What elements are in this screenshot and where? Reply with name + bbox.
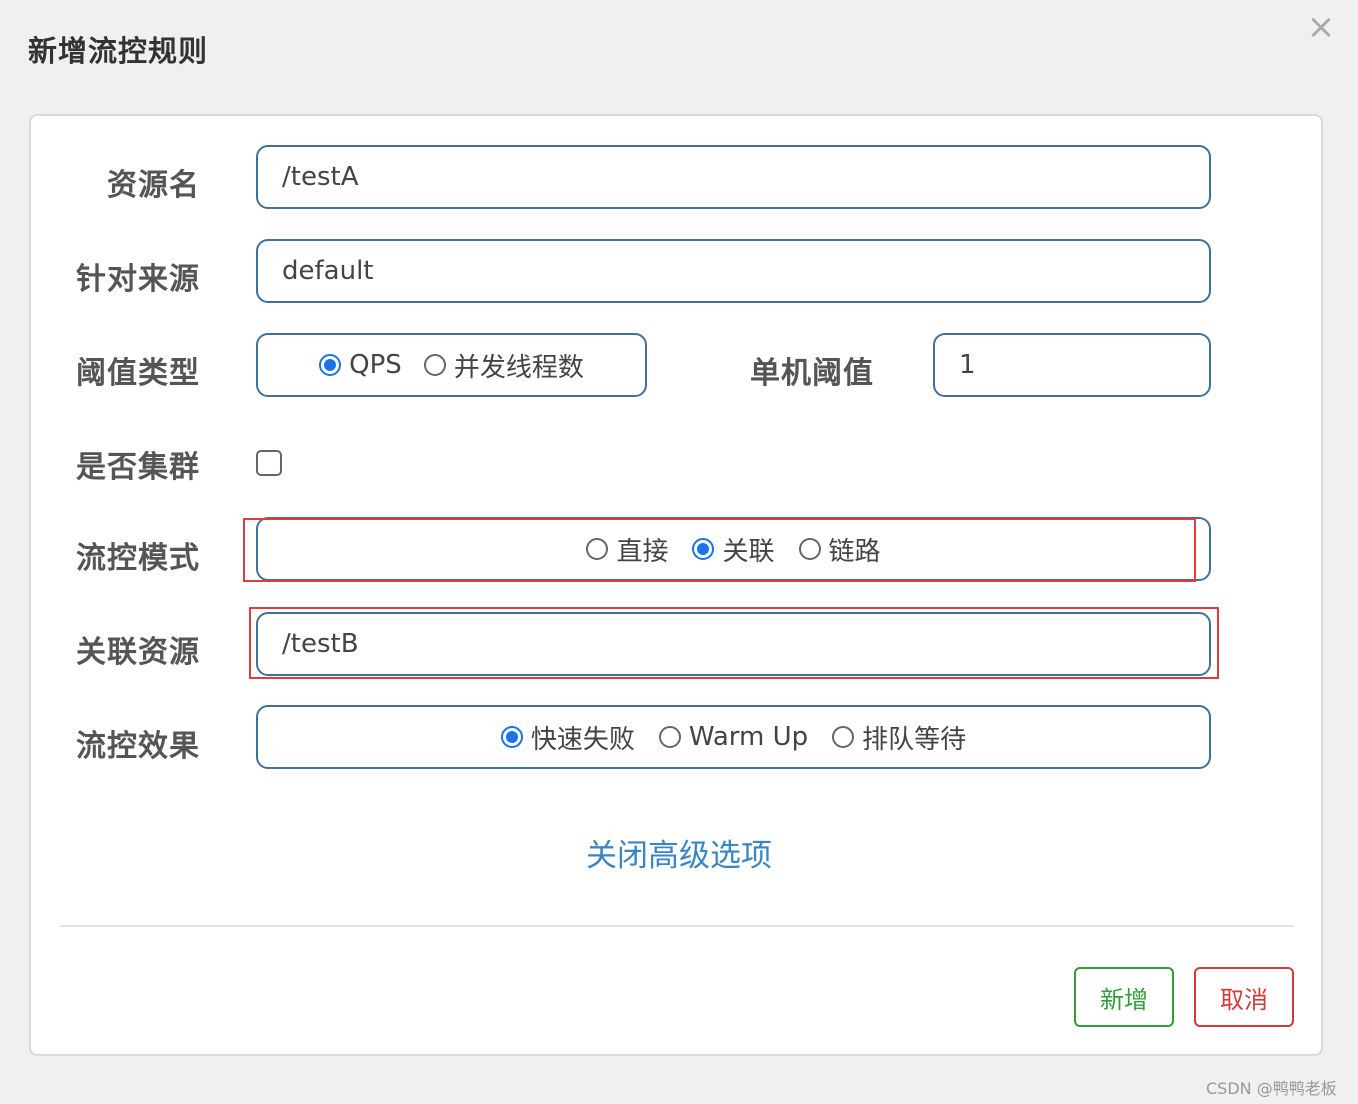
- radio-label: QPS: [349, 350, 402, 380]
- dialog-title: 新增流控规则: [28, 34, 209, 68]
- advanced-options-link[interactable]: 关闭高级选项: [0, 830, 1358, 875]
- radio-unchecked-icon[interactable]: [658, 726, 681, 748]
- radio-unchecked-icon[interactable]: [423, 354, 446, 376]
- resource-name-input[interactable]: /testA: [256, 145, 1211, 209]
- radio-checked-icon[interactable]: [500, 726, 523, 748]
- radio-checked-icon[interactable]: [319, 354, 342, 376]
- resource-name-label: 资源名: [107, 168, 200, 203]
- limit-app-input[interactable]: default: [256, 239, 1211, 303]
- control-behavior-label: 流控效果: [76, 729, 200, 764]
- add-button[interactable]: 新增: [1074, 967, 1174, 1027]
- cluster-mode-label: 是否集群: [76, 450, 200, 485]
- cluster-mode-checkbox[interactable]: [256, 450, 282, 476]
- close-icon[interactable]: ×: [1304, 10, 1338, 44]
- watermark: CSDN @鸭鸭老板: [1206, 1079, 1337, 1098]
- single-threshold-input[interactable]: 1: [933, 333, 1211, 397]
- footer-divider: [60, 925, 1294, 927]
- threshold-type-label: 阈值类型: [76, 356, 200, 391]
- radio-label: 快速失败: [530, 724, 635, 755]
- radio-label: Warm Up: [688, 722, 809, 752]
- strategy-highlight-box: [243, 518, 1196, 582]
- threshold-type-qps-radio[interactable]: QPS: [319, 350, 402, 380]
- limit-app-label: 针对来源: [76, 262, 200, 297]
- control-behavior-group: 快速失败 Warm Up 排队等待: [256, 705, 1211, 769]
- behavior-warm-up-radio[interactable]: Warm Up: [658, 722, 809, 752]
- strategy-label: 流控模式: [76, 541, 200, 576]
- behavior-queue-radio[interactable]: 排队等待: [832, 719, 966, 756]
- radio-label: 排队等待: [862, 724, 967, 755]
- cancel-button[interactable]: 取消: [1194, 967, 1294, 1027]
- threshold-type-group: QPS 并发线程数: [256, 333, 647, 397]
- threshold-type-thread-radio[interactable]: 并发线程数: [423, 347, 584, 384]
- radio-label: 并发线程数: [453, 352, 584, 383]
- ref-resource-label: 关联资源: [76, 635, 200, 670]
- behavior-fail-fast-radio[interactable]: 快速失败: [500, 719, 635, 756]
- single-threshold-label: 单机阈值: [750, 356, 874, 391]
- ref-resource-highlight-box: [249, 607, 1219, 679]
- radio-unchecked-icon[interactable]: [832, 726, 855, 748]
